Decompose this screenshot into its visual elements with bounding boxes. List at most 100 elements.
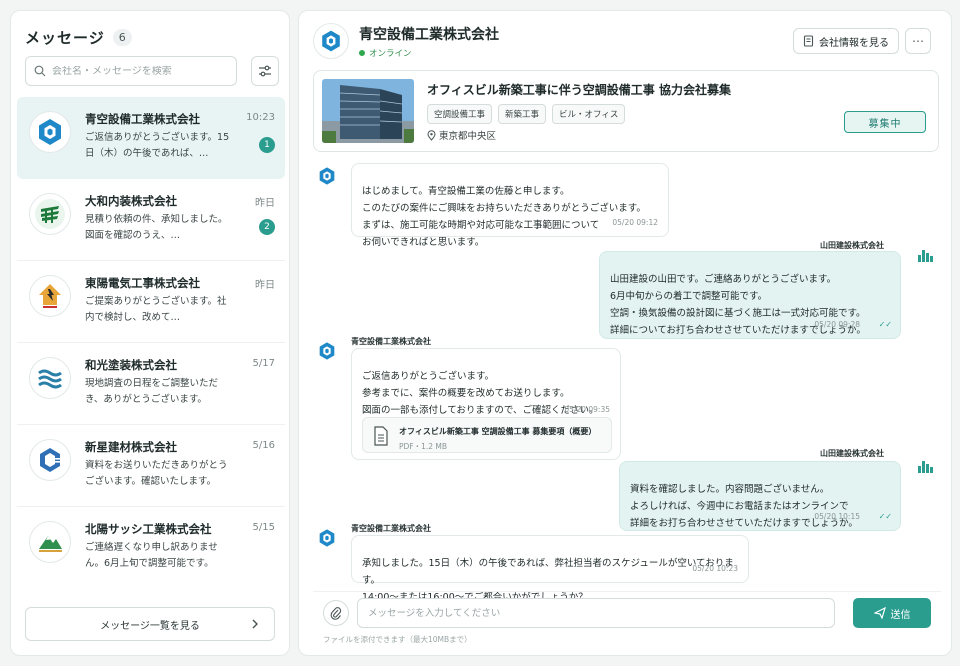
building-photo (322, 79, 414, 143)
message-bubble-incoming: ご返信ありがとうございます。 参考までに、案件の概要を改めてお送りします。 図面… (351, 348, 621, 460)
conversation-preview: ご提案ありがとうございます。社内で検討し、改めて… (85, 296, 227, 323)
location-pin-icon (427, 129, 436, 141)
message-time: 05/20 09:35 (564, 405, 610, 414)
conversation-item[interactable]: 北陽サッシ工業株式会社 5/15 ご連絡遅くなり申し訳ありません。6月上旬で調整… (17, 507, 285, 589)
send-button[interactable]: 送信 (853, 598, 931, 628)
conversation-list: 青空設備工業株式会社 10:23 ご返信ありがとうございます。15日（木）の午後… (17, 97, 285, 589)
project-title: オフィスビル新築工事に伴う空調設備工事 協力会社募集 (427, 83, 731, 97)
conversation-time: 10:23 (246, 112, 275, 123)
yamato-logo-icon (29, 193, 71, 235)
project-location: 東京都中央区 (427, 128, 496, 142)
search-input[interactable] (52, 65, 222, 77)
send-label: 送信 (890, 609, 911, 621)
message-sender: 山田建設株式会社 (820, 449, 884, 458)
file-document-icon (374, 426, 388, 446)
project-tag: 空調設備工事 (427, 104, 493, 124)
aozora-avatar-icon (315, 339, 339, 363)
sidebar-title: メッセージ (25, 29, 105, 47)
message-bubble-outgoing: 山田建設の山田です。ご連絡ありがとうございます。 6月中旬からの着工で調整可能で… (599, 251, 901, 339)
conversation-name: 東陽電気工事株式会社 (85, 276, 200, 290)
paperclip-icon (330, 607, 342, 620)
conversation-item[interactable]: 大和内装株式会社 昨日 見積り依頼の件、承知しました。図面を確認のうえ、… 2 (17, 179, 285, 261)
conversation-preview: ご返信ありがとうございます。15日（木）の午後であれば、… (85, 132, 230, 159)
project-tags: 空調設備工事 新築工事 ビル・オフィス (427, 104, 626, 124)
conversation-time: 5/15 (252, 522, 275, 533)
ellipsis-icon: ⋯ (912, 34, 924, 48)
sliders-icon (259, 65, 271, 77)
online-dot-icon (359, 49, 365, 56)
conversation-time: 昨日 (255, 198, 275, 209)
message-input[interactable] (357, 598, 835, 628)
view-all-messages-button[interactable]: メッセージ一覧を見る (25, 607, 275, 641)
conversation-name: 和光塗装株式会社 (85, 358, 177, 372)
chat-panel: 青空設備工業株式会社 オンライン 会社情報を見る ⋯ オフィスビル新築工事に伴う… (298, 10, 952, 656)
conversation-time: 昨日 (255, 280, 275, 291)
project-tag: 新築工事 (498, 104, 547, 124)
conversation-time: 5/16 (252, 440, 275, 451)
message-sender: 青空設備工業株式会社 (351, 524, 431, 533)
message-count-badge: 6 (112, 29, 132, 46)
unread-badge: 2 (259, 219, 275, 235)
conversation-name: 青空設備工業株式会社 (85, 112, 200, 126)
aozora-logo-icon (29, 111, 71, 153)
conversation-sidebar: メッセージ 6 青空設備工業株式会社 10:23 ご返信ありがとうございます。1… (10, 10, 290, 656)
conversation-item[interactable]: 東陽電気工事株式会社 昨日 ご提案ありがとうございます。社内で検討し、改めて… (17, 261, 285, 343)
aozora-logo-icon (313, 23, 349, 59)
conversation-item[interactable]: 青空設備工業株式会社 10:23 ご返信ありがとうございます。15日（木）の午後… (17, 97, 285, 179)
yamada-avatar-icon (913, 243, 937, 267)
shinsei-logo-icon (29, 439, 71, 481)
attach-file-button[interactable] (323, 600, 349, 626)
message-sender: 山田建設株式会社 (820, 241, 884, 250)
file-attachment[interactable]: オフィスビル新築工事 空調設備工事 募集要項（概要） PDF・1.2 MB (362, 417, 612, 453)
project-location-text: 東京都中央区 (439, 131, 497, 142)
paper-plane-icon (873, 607, 886, 619)
read-check-icon: ✓✓ (878, 320, 892, 329)
project-tag: ビル・オフィス (552, 104, 626, 124)
chevron-right-icon (252, 619, 258, 629)
message-bubble-outgoing: 資料を確認しました。内容問題ございません。 よろしければ、今週中にお電話またはオ… (619, 461, 901, 531)
toyo-logo-icon (29, 275, 71, 317)
document-icon (803, 35, 814, 47)
read-check-icon: ✓✓ (878, 512, 892, 521)
message-time: 05/20 09:12 (612, 218, 658, 227)
conversation-name: 新星建材株式会社 (85, 440, 177, 454)
conversation-preview: 資料をお送りいただきありがとうございます。確認いたします。 (85, 460, 228, 487)
more-options-button[interactable]: ⋯ (905, 28, 931, 54)
view-all-label: メッセージ一覧を見る (100, 620, 200, 632)
message-time: 05/20 09:28 (814, 320, 860, 329)
yamada-avatar-icon (913, 454, 937, 478)
recruiting-status-badge: 募集中 (844, 111, 926, 133)
aozora-avatar-icon (315, 526, 339, 550)
unread-badge: 1 (259, 137, 275, 153)
company-info-label: 会社情報を見る (819, 37, 889, 49)
search-icon (34, 65, 46, 77)
company-info-button[interactable]: 会社情報を見る (793, 28, 899, 54)
message-time: 05/20 10:15 (814, 512, 860, 521)
conversation-item[interactable]: 新星建材株式会社 5/16 資料をお送りいただきありがとうございます。確認いたし… (17, 425, 285, 507)
conversation-preview: ご連絡遅くなり申し訳ありません。6月上旬で調整可能です。 (85, 542, 218, 569)
aozora-avatar-icon (315, 164, 339, 188)
hokuyo-logo-icon (29, 521, 71, 563)
sidebar-header: メッセージ 6 (25, 27, 132, 48)
chat-header: 青空設備工業株式会社 オンライン (313, 23, 499, 59)
message-bubble-incoming: はじめまして。青空設備工業の佐藤と申します。 このたびの案件にご興味をお持ちいた… (351, 163, 669, 248)
conversation-preview: 見積り依頼の件、承知しました。図面を確認のうえ、… (85, 214, 228, 241)
message-bubble-incoming: 承知しました。15日（木）の午後であれば、弊社担当者のスケジュールが空いておりま… (351, 535, 749, 603)
online-label: オンライン (369, 48, 412, 59)
wako-logo-icon (29, 357, 71, 399)
message-time: 05/20 10:23 (692, 564, 738, 573)
message-sender: 青空設備工業株式会社 (351, 337, 431, 346)
search-box[interactable] (25, 56, 237, 86)
attachment-meta: PDF・1.2 MB (399, 442, 448, 451)
attachment-hint: ファイルを添付できます（最大10MBまで） (323, 635, 472, 644)
conversation-item[interactable]: 和光塗装株式会社 5/17 現地調査の日程をご調整いただき、ありがとうございます… (17, 343, 285, 425)
conversation-preview: 現地調査の日程をご調整いただき、ありがとうございます。 (85, 378, 219, 405)
online-status: オンライン (359, 47, 499, 59)
message-composer: 送信 ファイルを添付できます（最大10MBまで） (313, 591, 941, 653)
conversation-time: 5/17 (252, 358, 275, 369)
project-card[interactable]: オフィスビル新築工事に伴う空調設備工事 協力会社募集 空調設備工事 新築工事 ビ… (313, 70, 939, 152)
conversation-name: 北陽サッシ工業株式会社 (85, 522, 212, 536)
chat-company-name: 青空設備工業株式会社 (359, 26, 499, 43)
conversation-name: 大和内装株式会社 (85, 194, 177, 208)
filter-button[interactable] (251, 56, 279, 86)
